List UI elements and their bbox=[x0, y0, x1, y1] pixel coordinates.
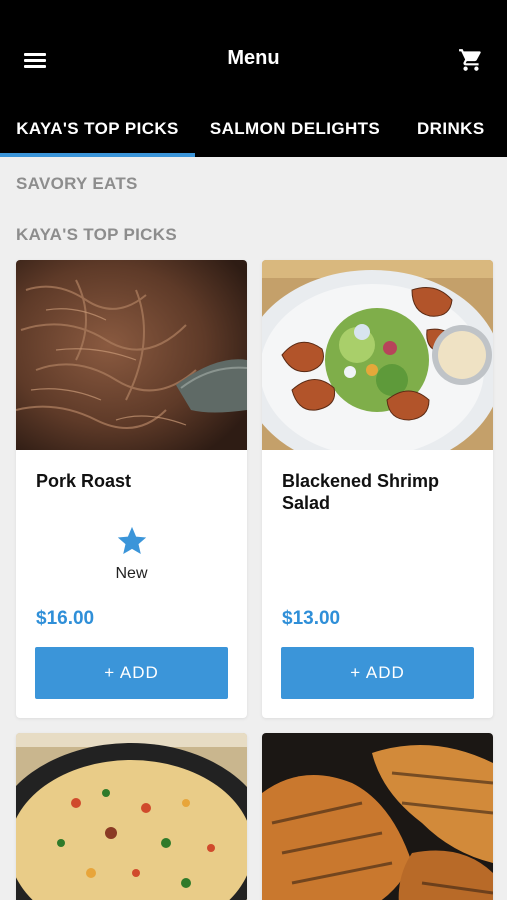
skillet-dish-photo bbox=[16, 733, 247, 900]
menu-item-card[interactable] bbox=[262, 733, 493, 900]
section-heading-kayas-top-picks: KAYA'S TOP PICKS bbox=[16, 225, 177, 244]
new-badge: New bbox=[16, 524, 247, 583]
badge-label: New bbox=[115, 565, 148, 582]
app-header: Menu KAYA'S TOP PICKS SALMON DELIGHTS DR… bbox=[0, 0, 507, 157]
item-price: $13.00 bbox=[282, 608, 341, 629]
category-tabs: KAYA'S TOP PICKS SALMON DELIGHTS DRINKS bbox=[0, 100, 507, 157]
add-to-cart-button[interactable]: + ADD bbox=[35, 647, 228, 699]
pork-roast-photo bbox=[16, 260, 247, 450]
item-name: Blackened Shrimp Salad bbox=[282, 471, 440, 513]
star-icon bbox=[117, 526, 146, 555]
active-tab-indicator bbox=[0, 153, 195, 157]
section-heading-savory-eats: SAVORY EATS bbox=[16, 174, 138, 193]
item-price: $16.00 bbox=[36, 608, 95, 629]
grilled-lobster-photo bbox=[262, 733, 493, 900]
page-title: Menu bbox=[227, 47, 280, 69]
tab-salmon-delights[interactable]: SALMON DELIGHTS bbox=[195, 100, 395, 157]
shopping-cart-icon[interactable] bbox=[458, 47, 484, 73]
add-to-cart-button[interactable]: + ADD bbox=[281, 647, 474, 699]
menu-item-card[interactable] bbox=[16, 733, 247, 900]
tab-drinks[interactable]: DRINKS bbox=[395, 100, 507, 157]
item-name: Pork Roast bbox=[36, 471, 132, 491]
blackened-shrimp-salad-photo bbox=[262, 260, 493, 450]
menu-item-card-pork-roast[interactable]: Pork Roast New $16.00 + ADD bbox=[16, 260, 247, 718]
tab-kayas-top-picks[interactable]: KAYA'S TOP PICKS bbox=[0, 100, 195, 157]
menu-item-card-blackened-shrimp-salad[interactable]: Blackened Shrimp Salad $13.00 + ADD bbox=[262, 260, 493, 718]
